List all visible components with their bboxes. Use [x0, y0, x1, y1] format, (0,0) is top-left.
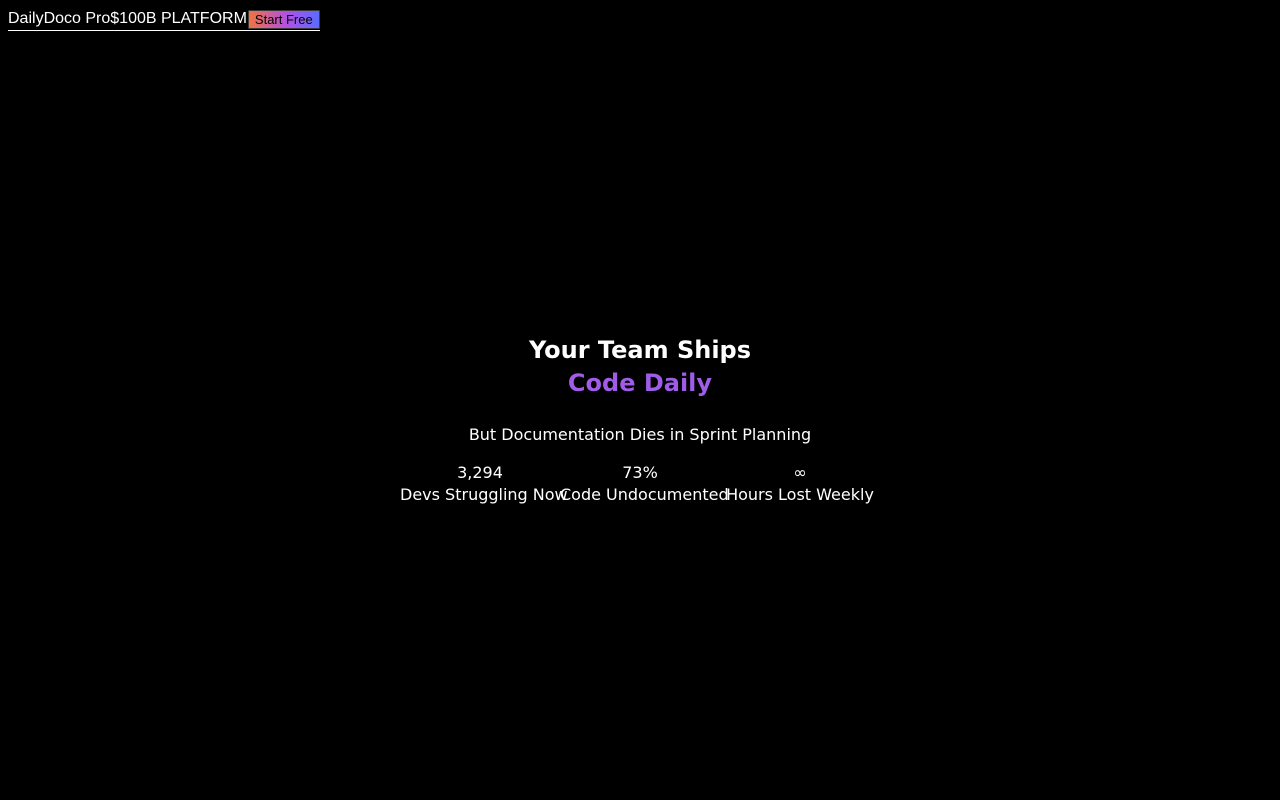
stat-hours-lost: ∞ Hours Lost Weekly	[720, 462, 880, 506]
start-free-button[interactable]: Start Free	[247, 9, 320, 29]
headline-line-1: Your Team Ships	[528, 336, 752, 364]
brand-name: DailyDoco Pro	[8, 10, 111, 27]
stat-devs-struggling: 3,294 Devs Struggling Now	[400, 462, 568, 506]
stat-value: 73%	[622, 463, 658, 482]
stat-value: ∞	[793, 463, 807, 482]
stats-row: 3,294 Devs Struggling Now 73% Code Undoc…	[0, 462, 1280, 506]
hero-section: Your Team Ships Code Daily But Documenta…	[0, 334, 1280, 506]
stat-label: Devs Struggling Now	[400, 485, 568, 504]
hero-headline: Your Team Ships Code Daily	[0, 334, 1280, 400]
top-nav: DailyDoco Pro $100B PLATFORM Start Free	[8, 8, 320, 31]
stat-label: Hours Lost Weekly	[726, 485, 874, 504]
stat-value: 3,294	[457, 463, 503, 482]
stat-code-undocumented: 73% Code Undocumented	[560, 462, 729, 506]
headline-line-2-highlight: Code Daily	[0, 367, 1280, 400]
hero-subheadline: But Documentation Dies in Sprint Plannin…	[468, 425, 812, 444]
stat-label: Code Undocumented	[560, 485, 729, 504]
platform-badge: $100B PLATFORM	[110, 10, 247, 27]
